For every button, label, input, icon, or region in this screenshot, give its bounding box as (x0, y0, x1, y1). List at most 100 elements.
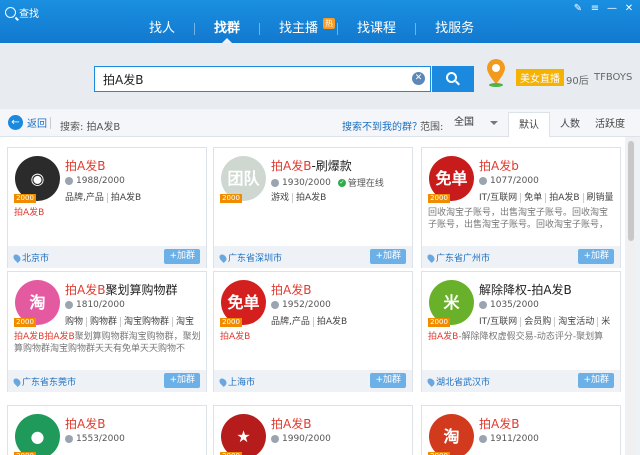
window-title: 查找 (5, 5, 39, 20)
range-select[interactable]: 全国 (448, 114, 500, 132)
group-tag: 购物 (65, 317, 88, 327)
nav-find-courses[interactable]: 找课程 (338, 14, 415, 43)
group-tag: 免单 (521, 193, 547, 203)
group-name-keyword: 拍A发b (479, 159, 519, 173)
join-group-button[interactable]: +加群 (164, 373, 200, 388)
member-count: 1952/2000 (271, 300, 331, 310)
level-badge: 2000 (428, 194, 450, 203)
location-text: 广东省广州市 (436, 254, 491, 264)
feedback-icon[interactable]: ✎ (571, 2, 585, 16)
group-name[interactable]: 拍A发B (271, 415, 411, 432)
sort-tab-activity[interactable]: 活跃度 (589, 112, 631, 137)
taobao-round-icon: 淘 (443, 427, 460, 446)
search-summary: 搜索: 拍A发B (60, 122, 121, 133)
scrollbar[interactable] (627, 137, 635, 455)
group-name[interactable]: 拍A发B (65, 415, 205, 432)
emblem-badge-icon: ★ (236, 427, 251, 446)
search-input[interactable] (94, 66, 431, 92)
description-keyword: 拍A发B (428, 332, 459, 342)
card-footer: 广东省广州市 +加群 (422, 246, 620, 268)
group-tag: IT/互联网 (479, 193, 522, 203)
back-button[interactable]: ← 返回 (8, 115, 47, 130)
group-card[interactable]: 免单 2000 拍A发B 1952/2000 品牌,产品 拍A发B 拍A发B 上海市 +加群 (213, 271, 413, 392)
join-group-button[interactable]: +加群 (370, 373, 406, 388)
window-title-text: 查找 (19, 9, 39, 20)
hot-search-tag[interactable]: 美女直播 (516, 69, 564, 86)
nav-find-people[interactable]: 找人 (130, 14, 194, 43)
group-card[interactable]: ★2000拍A发B1990/2000 (213, 405, 413, 455)
location-pin-icon (426, 252, 436, 263)
group-card[interactable]: 米 2000 解除降权-拍A发B 1035/2000 IT/互联网 会员购 淘宝活动米拍A发… (421, 271, 621, 392)
title-bar: 查找 ✎ ≡ — ✕ 找人 找群 找主播热 找课程 找服务 (0, 0, 640, 43)
group-description: 拍A发B (14, 207, 202, 231)
join-group-button[interactable]: +加群 (578, 249, 614, 264)
hot-search-link[interactable]: 90后 (566, 72, 589, 87)
group-tag: 游戏 (271, 193, 294, 203)
back-label: 返回 (27, 119, 47, 130)
chat-bubble-icon: ● (30, 427, 45, 446)
member-count-text: 1911/2000 (490, 434, 539, 444)
group-name-keyword: 拍A发B (479, 417, 520, 431)
location-text: 湖北省武汉市 (436, 378, 491, 388)
filter-bar: ← 返回 搜索: 拍A发B 搜索不到我的群？ 范围: 全国 默认 人数 活跃度 (0, 109, 640, 137)
group-name[interactable]: 拍A发B (65, 157, 205, 174)
group-name-rest: 解除降权-拍A发B (479, 283, 572, 297)
people-icon (271, 301, 279, 309)
join-group-button[interactable]: +加群 (578, 373, 614, 388)
card-footer: 上海市 +加群 (214, 370, 412, 392)
clear-icon[interactable]: ✕ (412, 72, 425, 85)
close-icon[interactable]: ✕ (622, 2, 636, 16)
group-name[interactable]: 拍A发B (479, 415, 619, 432)
group-tags: IT/互联网 免单 拍A发B 刷销量 (479, 190, 619, 203)
group-name[interactable]: 拍A发B (271, 281, 411, 298)
group-tags: 购物 购物群 淘宝购物群 淘宝 (65, 314, 205, 327)
member-count: 1810/2000 (65, 300, 125, 310)
group-name[interactable]: 拍A发b (479, 157, 619, 174)
join-group-button[interactable]: +加群 (370, 249, 406, 264)
group-tag: 购物群 (87, 317, 122, 327)
group-name[interactable]: 解除降权-拍A发B (479, 281, 619, 298)
group-avatar[interactable]: 淘 (429, 414, 474, 455)
group-avatar[interactable]: ● (15, 414, 60, 455)
description-text: 回收淘宝子账号，出售淘宝子账号。回收淘宝子账号，出售淘宝子账号。回收淘宝子账号，… (428, 208, 609, 230)
search-button[interactable] (432, 66, 474, 92)
location: 上海市 (218, 375, 255, 388)
group-description: 拍A发B-解除降权虚假交易-动态评分-聚划算 (428, 331, 616, 355)
nav-find-streamers[interactable]: 找主播热 (260, 14, 337, 43)
group-name[interactable]: 拍A发B聚划算购物群 (65, 281, 205, 298)
sort-tab-default[interactable]: 默认 (508, 112, 550, 137)
manager-online: ✓ 管理在线 (337, 176, 384, 189)
group-card[interactable]: 淘 2000 拍A发B聚划算购物群 1810/2000 购物 购物群 淘宝购物群 淘宝 拍A发B… (7, 271, 207, 392)
nav-find-groups[interactable]: 找群 (195, 14, 259, 43)
group-card[interactable]: 团队 2000 拍A发B-刷爆款 1930/2000 ✓ 管理在线 游戏 拍A发B 广东省深圳市… (213, 147, 413, 268)
map-pin-icon[interactable] (486, 58, 506, 88)
menu-icon[interactable]: ≡ (588, 2, 602, 16)
member-count: 1911/2000 (479, 434, 539, 444)
member-count-text: 1952/2000 (282, 300, 331, 310)
group-card[interactable]: 免单 2000 拍A发b 1077/2000 IT/互联网 免单 拍A发B 刷销量回收淘宝子账… (421, 147, 621, 268)
hot-search-link[interactable]: TFBOYS (594, 72, 632, 83)
member-count: 1077/2000 (479, 176, 539, 186)
group-tag: 淘宝购物群 (121, 317, 174, 327)
description-keyword: 拍A发B (220, 332, 251, 342)
group-name[interactable]: 拍A发B-刷爆款 (271, 157, 411, 174)
minimize-icon[interactable]: — (605, 2, 619, 16)
location-pin-icon (12, 252, 22, 263)
group-card[interactable]: 淘2000拍A发B1911/2000 (421, 405, 621, 455)
description-keyword: 拍A发B拍A发B (14, 332, 75, 342)
nav-find-services[interactable]: 找服务 (416, 14, 493, 43)
group-avatar[interactable]: ★ (221, 414, 266, 455)
card-footer: 湖北省武汉市 +加群 (422, 370, 620, 392)
location: 广东省深圳市 (218, 251, 282, 264)
group-card[interactable]: ◉ 2000 拍A发B 1988/2000 品牌,产品 拍A发B 拍A发B 北京市 +加群 (7, 147, 207, 268)
group-card[interactable]: ●2000拍A发B1553/2000 (7, 405, 207, 455)
member-count-text: 1810/2000 (76, 300, 125, 310)
scrollbar-thumb[interactable] (628, 141, 634, 241)
group-name-keyword: 拍A发B (271, 159, 312, 173)
arrow-left-icon: ← (8, 115, 23, 130)
sort-tab-members[interactable]: 人数 (549, 112, 591, 137)
member-count: 1930/2000 ✓ 管理在线 (271, 176, 384, 189)
join-group-button[interactable]: +加群 (164, 249, 200, 264)
not-found-link[interactable]: 搜索不到我的群？ (342, 118, 422, 133)
group-tag: 拍A发B (110, 193, 142, 203)
